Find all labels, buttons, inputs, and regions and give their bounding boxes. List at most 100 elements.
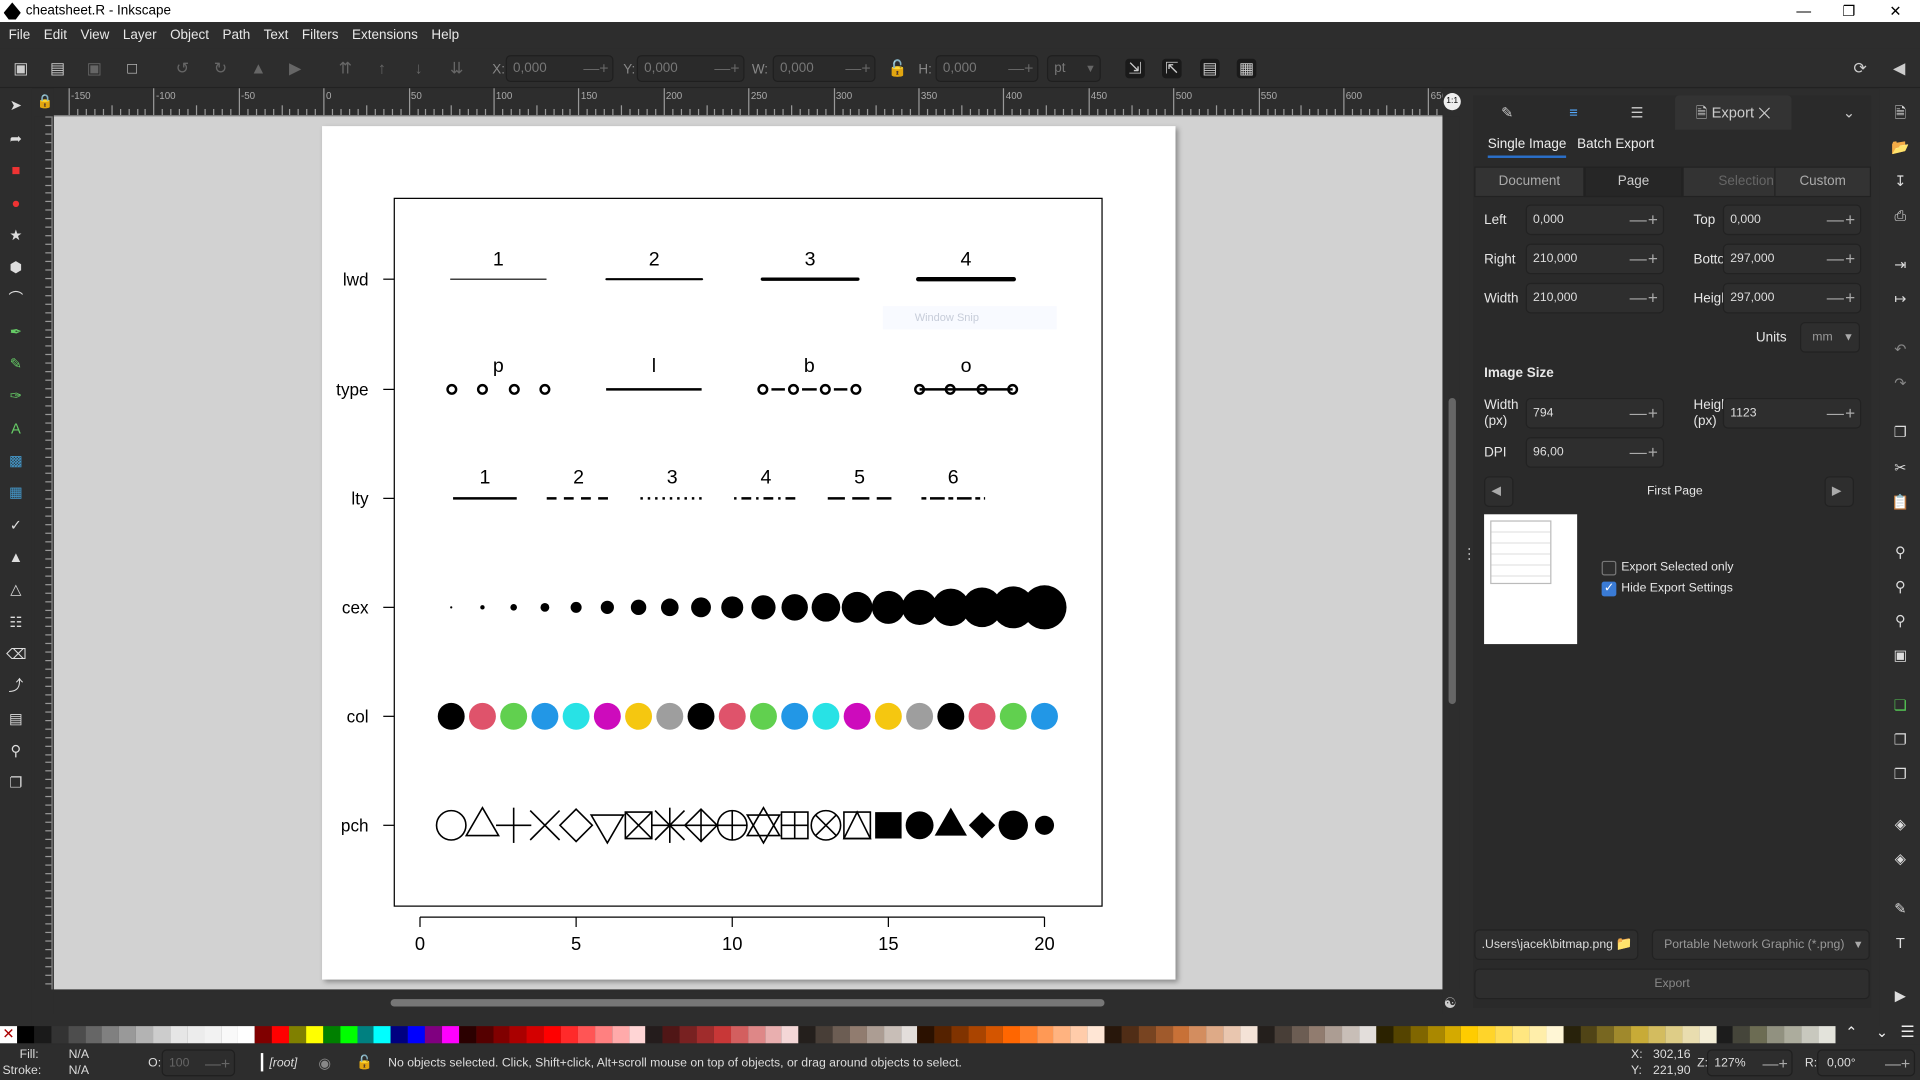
color-swatch[interactable] <box>1342 1026 1360 1044</box>
layers-tab-icon[interactable]: ≡ <box>1549 96 1598 130</box>
close-button[interactable]: ✕ <box>1873 0 1917 22</box>
snap-icon[interactable]: ⟳ <box>1850 59 1870 79</box>
vertical-ruler[interactable] <box>34 116 53 990</box>
color-swatch[interactable] <box>1002 1026 1020 1044</box>
color-swatch[interactable] <box>305 1026 323 1044</box>
horizontal-ruler[interactable]: -150 -100 -50 0 50 100 150 200 250 300 350 400 450 50… <box>53 88 1443 117</box>
opacity-field[interactable]: 100 —+ <box>161 1049 236 1077</box>
color-swatch[interactable] <box>136 1026 154 1044</box>
raise-to-top-icon[interactable]: ⇈ <box>336 59 356 79</box>
save-icon[interactable]: ↧ <box>1891 171 1911 191</box>
select-all-icon[interactable]: ▣ <box>11 59 31 79</box>
rotate-cw-icon[interactable]: ↻ <box>211 59 231 79</box>
color-swatch[interactable] <box>1155 1026 1173 1044</box>
scale-stroke-icon[interactable]: ⇲ <box>1125 58 1145 79</box>
menu-path[interactable]: Path <box>218 28 259 43</box>
dropper-tool-icon[interactable]: ✓ <box>6 516 26 536</box>
export-selected-only-checkbox[interactable] <box>1601 560 1617 576</box>
color-swatch[interactable] <box>1767 1026 1785 1044</box>
color-swatch[interactable] <box>1699 1026 1717 1044</box>
tab-batch-export[interactable]: Batch Export <box>1577 137 1654 152</box>
copy-icon[interactable]: ❐ <box>1891 422 1911 442</box>
eraser-tool-icon[interactable]: ⌫ <box>6 644 27 664</box>
undo-icon[interactable]: ↶ <box>1891 339 1911 359</box>
color-swatch[interactable] <box>1665 1026 1683 1044</box>
mesh-tool-icon[interactable]: ▦ <box>6 482 26 502</box>
maximize-button[interactable]: ❐ <box>1827 0 1871 22</box>
x-field[interactable]: 0,000 —+ <box>505 55 614 83</box>
color-swatch[interactable] <box>1240 1026 1258 1044</box>
spiral-tool-icon[interactable]: ⌒ <box>6 289 26 309</box>
minimize-button[interactable]: — <box>1782 0 1826 22</box>
flip-horizontal-icon[interactable]: ▲ <box>249 59 269 79</box>
horizontal-scrollbar[interactable] <box>53 991 1443 1014</box>
color-swatch[interactable] <box>373 1026 391 1044</box>
zoom-1-1-button[interactable]: 1:1 <box>1443 93 1461 111</box>
color-swatch[interactable] <box>492 1026 510 1044</box>
color-swatch[interactable] <box>1427 1026 1445 1044</box>
import-icon[interactable]: ⇥ <box>1891 255 1911 275</box>
color-swatch[interactable] <box>662 1026 680 1044</box>
zoom-field[interactable]: 127% —+ <box>1706 1049 1793 1077</box>
format-select[interactable]: Portable Network Graphic (*.png) ▼ <box>1651 929 1870 961</box>
color-swatch[interactable] <box>1121 1026 1139 1044</box>
cut-icon[interactable]: ✂ <box>1891 458 1911 478</box>
selector-tool-icon[interactable]: ➤ <box>6 96 26 116</box>
color-swatch[interactable] <box>1495 1026 1513 1044</box>
px-width-field[interactable]: 794 —+ <box>1525 397 1665 429</box>
y-field[interactable]: 0,000 —+ <box>636 55 745 83</box>
menu-extensions[interactable]: Extensions <box>347 28 426 43</box>
fill-stroke-icon[interactable]: ✎ <box>1891 899 1911 919</box>
zoom-page-icon[interactable]: ⚲ <box>1891 611 1911 631</box>
color-swatch[interactable] <box>170 1026 188 1044</box>
color-swatch[interactable] <box>1053 1026 1071 1044</box>
color-swatch[interactable] <box>815 1026 833 1044</box>
color-swatch[interactable] <box>238 1026 256 1044</box>
color-swatch[interactable] <box>951 1026 969 1044</box>
paint-bucket-tool-icon[interactable]: ▲ <box>6 547 26 567</box>
color-swatch[interactable] <box>1376 1026 1394 1044</box>
group-icon[interactable]: ◈ <box>1891 814 1911 834</box>
color-swatch[interactable] <box>356 1026 374 1044</box>
left-field[interactable]: 0,000 —+ <box>1525 204 1665 236</box>
color-swatch[interactable] <box>17 1026 35 1044</box>
color-swatch[interactable] <box>1614 1026 1632 1044</box>
color-swatch[interactable] <box>1104 1026 1122 1044</box>
palette-scroll-up-icon[interactable]: ⌃ <box>1845 1024 1857 1041</box>
color-swatch[interactable] <box>390 1026 408 1044</box>
h-field[interactable]: 0,000 —+ <box>935 55 1039 83</box>
palette-scroll-down-icon[interactable]: ⌄ <box>1876 1024 1888 1041</box>
width-field[interactable]: 210,000 —+ <box>1525 282 1665 314</box>
color-swatch[interactable] <box>85 1026 103 1044</box>
color-swatch[interactable] <box>798 1026 816 1044</box>
horizontal-scroll-thumb[interactable] <box>390 999 1105 1007</box>
hide-export-settings-checkbox[interactable]: ✓ <box>1601 581 1617 597</box>
star-tool-icon[interactable]: ★ <box>6 225 26 245</box>
color-swatch[interactable] <box>1325 1026 1343 1044</box>
text-font-icon[interactable]: T <box>1891 933 1911 953</box>
area-document-button[interactable]: Document <box>1474 166 1585 198</box>
color-swatch[interactable] <box>1291 1026 1309 1044</box>
color-swatch[interactable] <box>1750 1026 1768 1044</box>
tweak-tool-icon[interactable]: △ <box>6 579 26 599</box>
text-tool-icon[interactable]: A <box>6 419 26 439</box>
rectangle-tool-icon[interactable]: ■ <box>6 160 26 180</box>
color-swatch[interactable] <box>458 1026 476 1044</box>
color-swatch[interactable] <box>594 1026 612 1044</box>
more-icon[interactable]: ▶ <box>1891 986 1911 1006</box>
color-swatch[interactable] <box>1087 1026 1105 1044</box>
ellipse-tool-icon[interactable]: ● <box>6 193 26 213</box>
raise-icon[interactable]: ↑ <box>372 59 392 79</box>
color-swatch[interactable] <box>1070 1026 1088 1044</box>
color-swatch[interactable] <box>1461 1026 1479 1044</box>
color-swatch[interactable] <box>271 1026 289 1044</box>
zoom-tool-icon[interactable]: ⚲ <box>6 741 26 761</box>
new-document-icon[interactable]: 🗎 <box>1891 103 1911 123</box>
color-swatch[interactable] <box>221 1026 239 1044</box>
color-swatch[interactable] <box>322 1026 340 1044</box>
area-custom-button[interactable]: Custom <box>1774 166 1872 198</box>
color-swatch[interactable] <box>1597 1026 1615 1044</box>
ungroup-icon[interactable]: ◈ <box>1891 849 1911 869</box>
stroke-value[interactable]: N/A <box>69 1064 89 1077</box>
color-swatch[interactable] <box>849 1026 867 1044</box>
